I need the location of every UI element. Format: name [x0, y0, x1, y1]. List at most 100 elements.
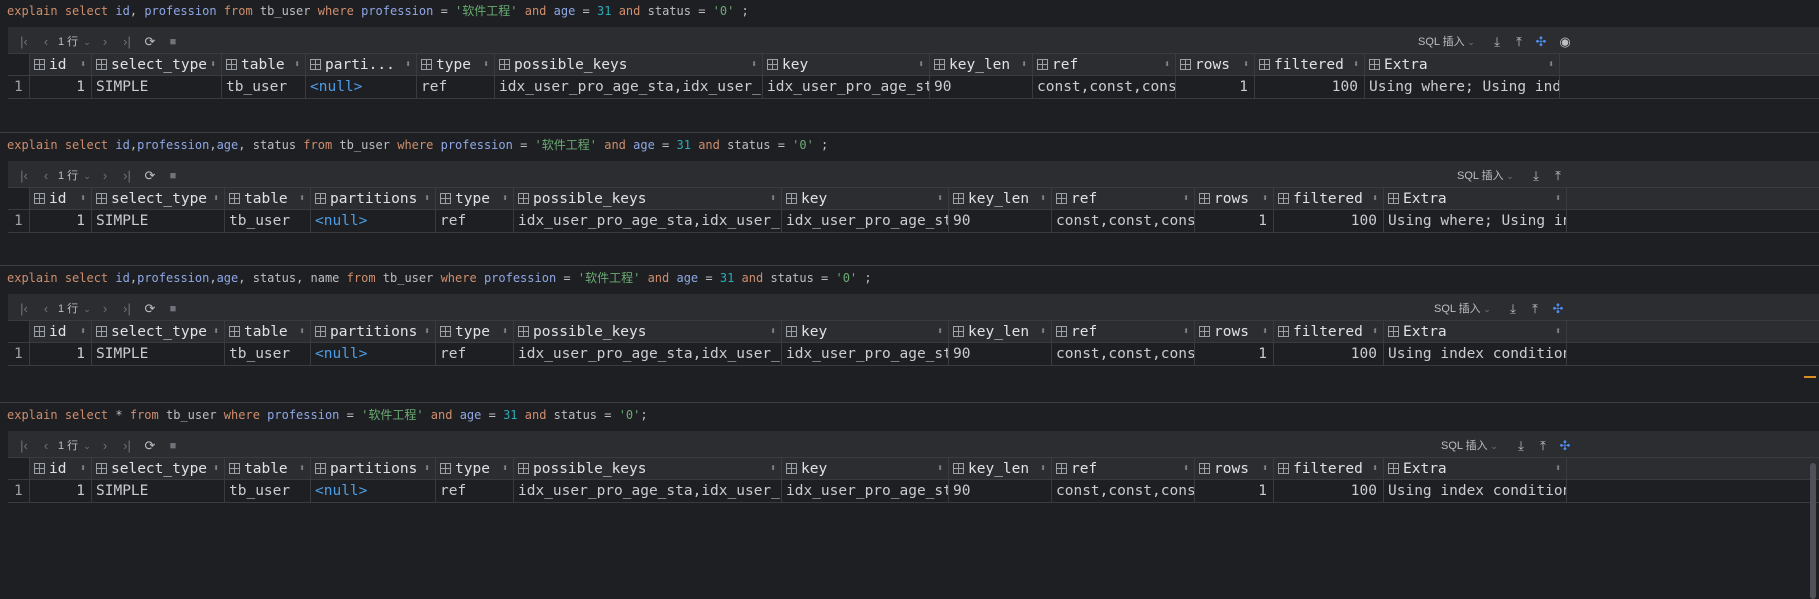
sort-icon[interactable]: ⬍: [483, 54, 489, 75]
table-cell-type[interactable]: ref: [436, 480, 514, 502]
sort-icon[interactable]: ⬍: [299, 321, 305, 342]
column-header-select_type[interactable]: select_type ⬍: [92, 321, 225, 342]
table-cell-filtered[interactable]: 100: [1274, 210, 1384, 232]
sort-icon[interactable]: ⬍: [502, 321, 508, 342]
table-cell-select_type[interactable]: SIMPLE: [92, 210, 225, 232]
sort-icon[interactable]: ⬍: [918, 54, 924, 75]
table-cell-ref[interactable]: const,const,const: [1033, 76, 1176, 98]
table-cell-possible_keys[interactable]: idx_user_pro_age_sta,idx_user_pro: [514, 210, 782, 232]
sort-icon[interactable]: ⬍: [751, 54, 757, 75]
table-cell-Extra[interactable]: Using where; Using index: [1365, 76, 1560, 98]
column-header-Extra[interactable]: Extra ⬍: [1384, 458, 1567, 479]
sort-icon[interactable]: ⬍: [424, 188, 430, 209]
column-header-key[interactable]: key ⬍: [782, 458, 949, 479]
table-cell-rows[interactable]: 1: [1176, 76, 1255, 98]
sort-icon[interactable]: ⬍: [1372, 321, 1378, 342]
sort-icon[interactable]: ⬍: [502, 188, 508, 209]
sort-icon[interactable]: ⬍: [1372, 188, 1378, 209]
sort-icon[interactable]: ⬍: [770, 458, 776, 479]
column-header-type[interactable]: type ⬍: [417, 54, 495, 75]
column-header-possible_keys[interactable]: possible_keys ⬍: [514, 458, 782, 479]
sort-icon[interactable]: ⬍: [1555, 188, 1561, 209]
sort-icon[interactable]: ⬍: [1555, 321, 1561, 342]
table-cell-id[interactable]: 1: [30, 480, 92, 502]
column-header-rows[interactable]: rows ⬍: [1195, 188, 1274, 209]
column-header-possible_keys[interactable]: possible_keys ⬍: [514, 321, 782, 342]
sort-icon[interactable]: ⬍: [1040, 321, 1046, 342]
sort-icon[interactable]: ⬍: [1183, 321, 1189, 342]
sort-icon[interactable]: ⬍: [1021, 54, 1027, 75]
table-cell-Extra[interactable]: Using where; Using inde: [1384, 210, 1567, 232]
sql-statement[interactable]: explain select id, profession from tb_us…: [0, 0, 1819, 22]
column-header-key_len[interactable]: key_len ⬍: [949, 458, 1052, 479]
table-cell-type[interactable]: ref: [417, 76, 495, 98]
sort-icon[interactable]: ⬍: [299, 458, 305, 479]
table-cell-key_len[interactable]: 90: [949, 210, 1052, 232]
column-header-type[interactable]: type ⬍: [436, 188, 514, 209]
sort-icon[interactable]: ⬍: [1040, 458, 1046, 479]
sort-icon[interactable]: ⬍: [1183, 188, 1189, 209]
column-header-id[interactable]: id ⬍: [30, 188, 92, 209]
column-header-rows[interactable]: rows ⬍: [1195, 458, 1274, 479]
column-header-table[interactable]: table ⬍: [225, 321, 311, 342]
table-cell-type[interactable]: ref: [436, 210, 514, 232]
sort-icon[interactable]: ⬍: [1262, 458, 1268, 479]
table-cell-partitions[interactable]: <null>: [311, 480, 436, 502]
table-cell-partitions[interactable]: <null>: [311, 210, 436, 232]
table-cell-select_type[interactable]: SIMPLE: [92, 480, 225, 502]
column-header-table[interactable]: table ⬍: [225, 188, 311, 209]
column-header-partitions[interactable]: partitions ⬍: [311, 458, 436, 479]
column-header-type[interactable]: type ⬍: [436, 321, 514, 342]
column-header-Extra[interactable]: Extra ⬍: [1365, 54, 1560, 75]
table-cell-select_type[interactable]: SIMPLE: [92, 343, 225, 365]
column-header-id[interactable]: id ⬍: [30, 54, 92, 75]
sort-icon[interactable]: ⬍: [424, 458, 430, 479]
column-header-key_len[interactable]: key_len ⬍: [949, 321, 1052, 342]
column-header-Extra[interactable]: Extra ⬍: [1384, 188, 1567, 209]
table-cell-partitions[interactable]: <null>: [311, 343, 436, 365]
column-header-Extra[interactable]: Extra ⬍: [1384, 321, 1567, 342]
column-header-rows[interactable]: rows ⬍: [1195, 321, 1274, 342]
table-cell-id[interactable]: 1: [30, 210, 92, 232]
column-header-select_type[interactable]: select_type ⬍: [92, 188, 225, 209]
sort-icon[interactable]: ⬍: [1555, 458, 1561, 479]
table-cell-filtered[interactable]: 100: [1274, 343, 1384, 365]
table-cell-table[interactable]: tb_user: [225, 210, 311, 232]
sort-icon[interactable]: ⬍: [424, 321, 430, 342]
table-cell-Extra[interactable]: Using index condition: [1384, 343, 1567, 365]
column-header-select_type[interactable]: select_type ⬍: [92, 54, 222, 75]
sort-icon[interactable]: ⬍: [770, 188, 776, 209]
sort-icon[interactable]: ⬍: [213, 321, 219, 342]
sort-icon[interactable]: ⬍: [210, 54, 216, 75]
sql-statement[interactable]: explain select * from tb_user where prof…: [0, 404, 1819, 426]
sort-icon[interactable]: ⬍: [1183, 458, 1189, 479]
table-cell-id[interactable]: 1: [30, 343, 92, 365]
table-cell-possible_keys[interactable]: idx_user_pro_age_sta,idx_user_pro: [514, 343, 782, 365]
sort-icon[interactable]: ⬍: [299, 188, 305, 209]
column-header-key[interactable]: key ⬍: [763, 54, 930, 75]
vertical-scrollbar[interactable]: [1810, 463, 1816, 599]
sort-icon[interactable]: ⬍: [405, 54, 411, 75]
sql-statement[interactable]: explain select id,profession,age, status…: [0, 134, 1819, 156]
sort-icon[interactable]: ⬍: [937, 321, 943, 342]
sort-icon[interactable]: ⬍: [80, 458, 86, 479]
sort-icon[interactable]: ⬍: [1243, 54, 1249, 75]
column-header-rows[interactable]: rows ⬍: [1176, 54, 1255, 75]
column-header-ref[interactable]: ref ⬍: [1052, 321, 1195, 342]
column-header-parti[interactable]: parti... ⬍: [306, 54, 417, 75]
sort-icon[interactable]: ⬍: [1548, 54, 1554, 75]
table-cell-table[interactable]: tb_user: [225, 343, 311, 365]
table-cell-rows[interactable]: 1: [1195, 210, 1274, 232]
table-cell-filtered[interactable]: 100: [1274, 480, 1384, 502]
sort-icon[interactable]: ⬍: [294, 54, 300, 75]
table-cell-key[interactable]: idx_user_pro_age_sta: [763, 76, 930, 98]
sort-icon[interactable]: ⬍: [80, 54, 86, 75]
table-cell-rows[interactable]: 1: [1195, 343, 1274, 365]
column-header-ref[interactable]: ref ⬍: [1052, 458, 1195, 479]
column-header-key_len[interactable]: key_len ⬍: [949, 188, 1052, 209]
column-header-filtered[interactable]: filtered ⬍: [1274, 321, 1384, 342]
column-header-table[interactable]: table ⬍: [222, 54, 306, 75]
column-header-id[interactable]: id ⬍: [30, 321, 92, 342]
sort-icon[interactable]: ⬍: [1262, 321, 1268, 342]
sort-icon[interactable]: ⬍: [213, 188, 219, 209]
